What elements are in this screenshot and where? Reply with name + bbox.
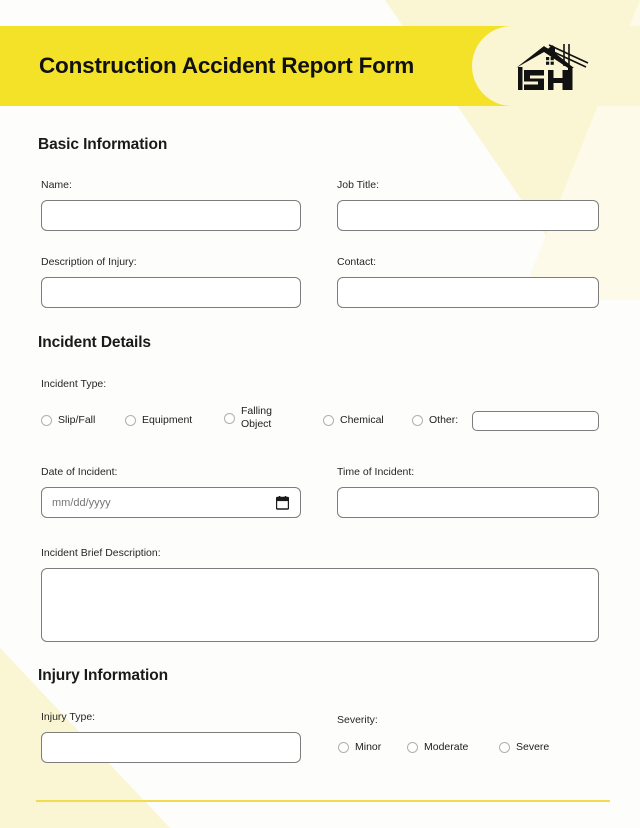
radio-label: Moderate — [424, 741, 469, 753]
form-page: Construction Accident Report Form Basic … — [0, 0, 640, 828]
label-incident-type: Incident Type: — [41, 378, 107, 390]
label-severity: Severity: — [337, 714, 378, 726]
radio-label: Chemical — [340, 414, 384, 426]
section-heading-basic-information: Basic Information — [38, 136, 168, 153]
radio-circle-icon — [41, 415, 52, 427]
radio-incident-type-equipment[interactable]: Equipment — [125, 414, 192, 427]
radio-label: Falling Object — [241, 405, 272, 431]
label-date-of-incident: Date of Incident: — [41, 466, 118, 478]
radio-label: Slip/Fall — [58, 414, 96, 426]
radio-circle-icon — [412, 415, 423, 427]
input-name[interactable] — [41, 200, 301, 231]
label-incident-brief-description: Incident Brief Description: — [41, 547, 161, 559]
input-job-title[interactable] — [337, 200, 599, 231]
textarea-incident-brief-description[interactable] — [41, 568, 599, 642]
section-heading-incident-details: Incident Details — [38, 334, 151, 351]
label-time-of-incident: Time of Incident: — [337, 466, 415, 478]
input-date-of-incident[interactable] — [41, 487, 301, 518]
input-description-of-injury[interactable] — [41, 277, 301, 308]
radio-incident-type-chemical[interactable]: Chemical — [323, 414, 384, 427]
input-time-of-incident[interactable] — [337, 487, 599, 518]
label-name: Name: — [41, 179, 72, 191]
radio-circle-icon — [407, 742, 418, 754]
radio-severity-severe[interactable]: Severe — [499, 741, 549, 754]
sh-house-logo-icon — [516, 44, 589, 90]
label-description-of-injury: Description of Injury: — [41, 256, 137, 268]
date-of-incident-wrapper[interactable]: mm/dd/yyyy — [41, 487, 301, 518]
input-injury-type[interactable] — [41, 732, 301, 763]
page-title: Construction Accident Report Form — [39, 53, 415, 78]
radio-label: Severe — [516, 741, 550, 753]
section-heading-injury-information: Injury Information — [38, 667, 168, 684]
radio-incident-type-falling-object[interactable]: Falling Object — [224, 405, 283, 431]
label-injury-type: Injury Type: — [41, 711, 96, 723]
radio-circle-icon — [224, 412, 235, 424]
radio-incident-type-other[interactable]: Other: — [412, 414, 458, 427]
label-job-title: Job Title: — [337, 179, 380, 191]
radio-severity-minor[interactable]: Minor — [338, 741, 381, 754]
radio-label: Other: — [429, 414, 459, 426]
radio-circle-icon — [338, 742, 349, 754]
footer-divider — [36, 800, 610, 802]
input-contact[interactable] — [337, 277, 599, 308]
radio-circle-icon — [125, 415, 136, 427]
radio-severity-moderate[interactable]: Moderate — [407, 741, 468, 754]
radio-label: Minor — [355, 741, 382, 753]
label-contact: Contact: — [337, 256, 377, 268]
radio-label: Equipment — [142, 414, 193, 426]
radio-circle-icon — [323, 415, 334, 427]
radio-circle-icon — [499, 742, 510, 754]
page-header: Construction Accident Report Form — [0, 26, 640, 106]
radio-incident-type-slip-fall[interactable]: Slip/Fall — [41, 414, 95, 427]
input-incident-type-other[interactable] — [472, 411, 599, 431]
